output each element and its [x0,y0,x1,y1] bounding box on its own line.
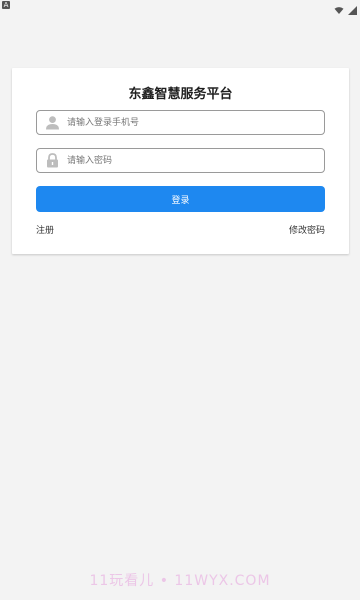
status-icons [334,0,357,19]
signal-icon [348,0,357,19]
change-password-link[interactable]: 修改密码 [289,223,325,236]
lock-icon [45,153,60,168]
user-icon [45,115,60,130]
password-input[interactable] [67,149,317,172]
page-title: 东鑫智慧服务平台 [128,87,233,102]
login-card: 东鑫智慧服务平台 登录 注册 修改密码 [12,68,349,254]
watermark-text: 11玩看儿 • 11WYX.COM [89,573,271,589]
login-button[interactable]: 登录 [36,186,325,212]
register-link[interactable]: 注册 [36,223,54,236]
phone-input[interactable] [67,111,317,134]
password-field[interactable] [36,148,325,173]
phone-field[interactable] [36,110,325,135]
status-bar: A [0,0,360,15]
wifi-icon [334,0,344,19]
notification-icon: A [2,1,10,9]
